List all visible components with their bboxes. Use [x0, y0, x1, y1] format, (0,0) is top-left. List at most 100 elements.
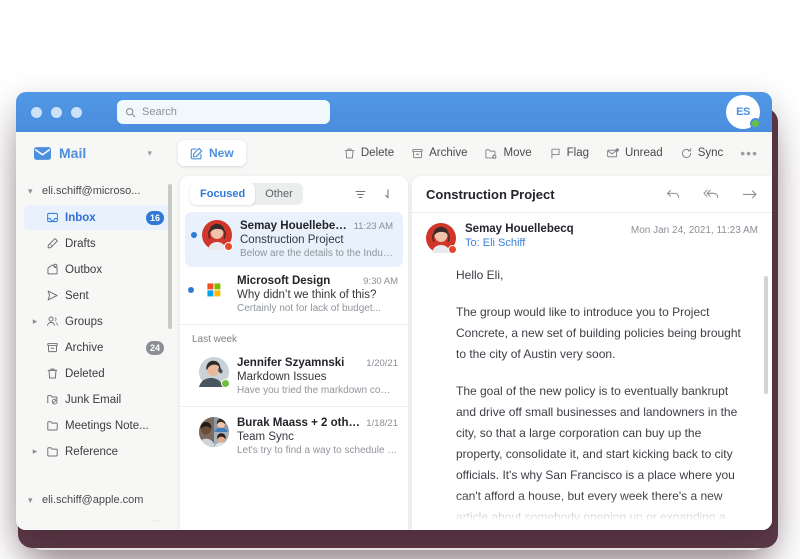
sidebar-item-inbox-apple[interactable]: Inbox 12 [24, 514, 172, 530]
close-button[interactable] [31, 106, 42, 118]
trash-icon [42, 367, 62, 380]
sidebar-item-sent[interactable]: Sent [24, 283, 172, 308]
toolbar-actions: Delete Archive Move Flag Unread Sync ••• [343, 145, 758, 161]
status-badge [221, 379, 230, 388]
move-button[interactable]: Move [484, 147, 532, 160]
new-message-button[interactable]: New [178, 140, 246, 166]
sync-button[interactable]: Sync [680, 147, 723, 160]
maximize-button[interactable] [71, 106, 82, 118]
message-time: 1/20/21 [366, 358, 398, 369]
body-paragraph: Hello Eli, [456, 268, 504, 282]
avatar[interactable]: ES [726, 95, 761, 129]
chevron-down-icon[interactable]: ▾ [147, 148, 152, 159]
folder-icon [42, 445, 62, 458]
reading-pane-scrollbar[interactable] [764, 276, 768, 394]
sidebar-item-label: Drafts [65, 237, 96, 250]
sort-descending-icon[interactable] [381, 188, 394, 201]
archive-label: Archive [429, 147, 468, 159]
account-header-microsoft[interactable]: ▾ eli.schiff@microso... [16, 178, 180, 204]
tab-focused[interactable]: Focused [190, 183, 256, 205]
message-time: 11:23 AM [353, 221, 393, 232]
sidebar-scrollbar[interactable] [168, 184, 172, 329]
minimize-button[interactable] [51, 106, 62, 118]
account-header-apple[interactable]: ▾ eli.schiff@apple.com [16, 487, 180, 513]
folder-icon [42, 419, 62, 432]
envelope-unread-icon [606, 147, 620, 160]
search-icon [125, 107, 136, 118]
overflow-menu-button[interactable]: ••• [740, 145, 758, 161]
avatar-initials: ES [736, 106, 750, 118]
flag-button[interactable]: Flag [549, 147, 589, 160]
archive-button[interactable]: Archive [411, 147, 467, 160]
sidebar-item-inbox[interactable]: Inbox 16 [24, 205, 172, 230]
trash-icon [343, 147, 356, 160]
list-item[interactable]: Semay Houellebecq 11:23 AM Construction … [185, 212, 403, 267]
sidebar-item-label: Deleted [65, 367, 105, 380]
status-badge [224, 242, 233, 251]
message-sender: Microsoft Design [237, 275, 331, 287]
avatar [199, 357, 230, 388]
list-item[interactable]: Burak Maass + 2 others 1/18/21 Team Sync… [180, 409, 408, 464]
list-item[interactable]: Microsoft Design 9:30 AM Why didn’t we t… [180, 267, 408, 322]
message-preview: Have you tried the markdown compil... [237, 385, 398, 396]
forward-icon[interactable] [742, 188, 758, 201]
more-icon: ••• [740, 145, 758, 161]
mail-envelope-icon [34, 146, 51, 160]
new-message-label: New [209, 146, 234, 160]
page-title: Construction Project [426, 186, 555, 202]
unread-dot [191, 232, 197, 238]
unread-button[interactable]: Unread [606, 147, 663, 160]
message-subject: Markdown Issues [237, 371, 327, 383]
chevron-right-icon[interactable]: ▸ [28, 446, 42, 457]
main-body: ▾ eli.schiff@microso... Inbox 16 Drafts … [16, 174, 772, 530]
reply-all-icon[interactable] [703, 188, 720, 201]
sidebar-item-groups[interactable]: ▸ Groups [24, 309, 172, 334]
chevron-right-icon[interactable]: ▸ [28, 316, 42, 327]
avatar [202, 220, 233, 251]
delete-button[interactable]: Delete [343, 147, 394, 160]
archive-icon [42, 341, 62, 354]
list-actions [354, 188, 398, 201]
search-input[interactable]: Search [117, 100, 330, 124]
flag-label: Flag [566, 147, 589, 159]
window-controls[interactable] [31, 106, 82, 118]
sidebar-item-junk-email[interactable]: Junk Email [24, 387, 172, 412]
sidebar-item-deleted[interactable]: Deleted [24, 361, 172, 386]
message-subject: Why didn’t we think of this? [237, 289, 377, 301]
list-item[interactable]: Jennifer Szyamnski 1/20/21 Markdown Issu… [180, 349, 408, 404]
sidebar-item-label: Inbox [65, 211, 96, 224]
reading-pane: Construction Project Semay Houellebecq T… [412, 176, 772, 530]
message-actions [666, 188, 758, 201]
read-spacer [188, 357, 194, 396]
message-preview: Let's try to find a way to schedule a... [237, 445, 398, 456]
sidebar-item-label: Archive [65, 341, 104, 354]
outbox-icon [42, 263, 62, 276]
focused-other-toggle[interactable]: Focused Other [190, 183, 303, 205]
chevron-down-icon[interactable]: ▾ [28, 186, 42, 197]
message-recipients[interactable]: To: Eli Schiff [465, 237, 631, 249]
message-subject: Construction Project [240, 234, 344, 246]
list-group-header: Last week [192, 334, 238, 345]
message-date: Mon Jan 24, 2021, 11:23 AM [630, 225, 758, 236]
tab-other[interactable]: Other [255, 183, 303, 205]
avatar [199, 417, 229, 447]
search-placeholder: Search [142, 106, 177, 118]
app-name: Mail [59, 145, 87, 161]
sidebar-item-archive[interactable]: Archive 24 [24, 335, 172, 360]
sidebar-item-label: Groups [65, 315, 103, 328]
compose-icon [190, 147, 203, 160]
sidebar-item-meetings-notes[interactable]: Meetings Note... [24, 413, 172, 438]
sent-icon [42, 289, 62, 302]
folder-sidebar: ▾ eli.schiff@microso... Inbox 16 Drafts … [16, 174, 180, 530]
title-bar: Search ES [16, 92, 772, 132]
divider [180, 324, 408, 325]
sidebar-item-drafts[interactable]: Drafts [24, 231, 172, 256]
sidebar-item-reference[interactable]: ▸ Reference [24, 439, 172, 464]
sidebar-item-outbox[interactable]: Outbox [24, 257, 172, 282]
filter-icon[interactable] [354, 188, 367, 201]
app-brand[interactable]: Mail ▾ [34, 145, 166, 161]
presence-indicator [750, 118, 761, 129]
chevron-down-icon[interactable]: ▾ [28, 495, 42, 506]
reply-icon[interactable] [666, 188, 681, 201]
sync-icon [680, 147, 693, 160]
